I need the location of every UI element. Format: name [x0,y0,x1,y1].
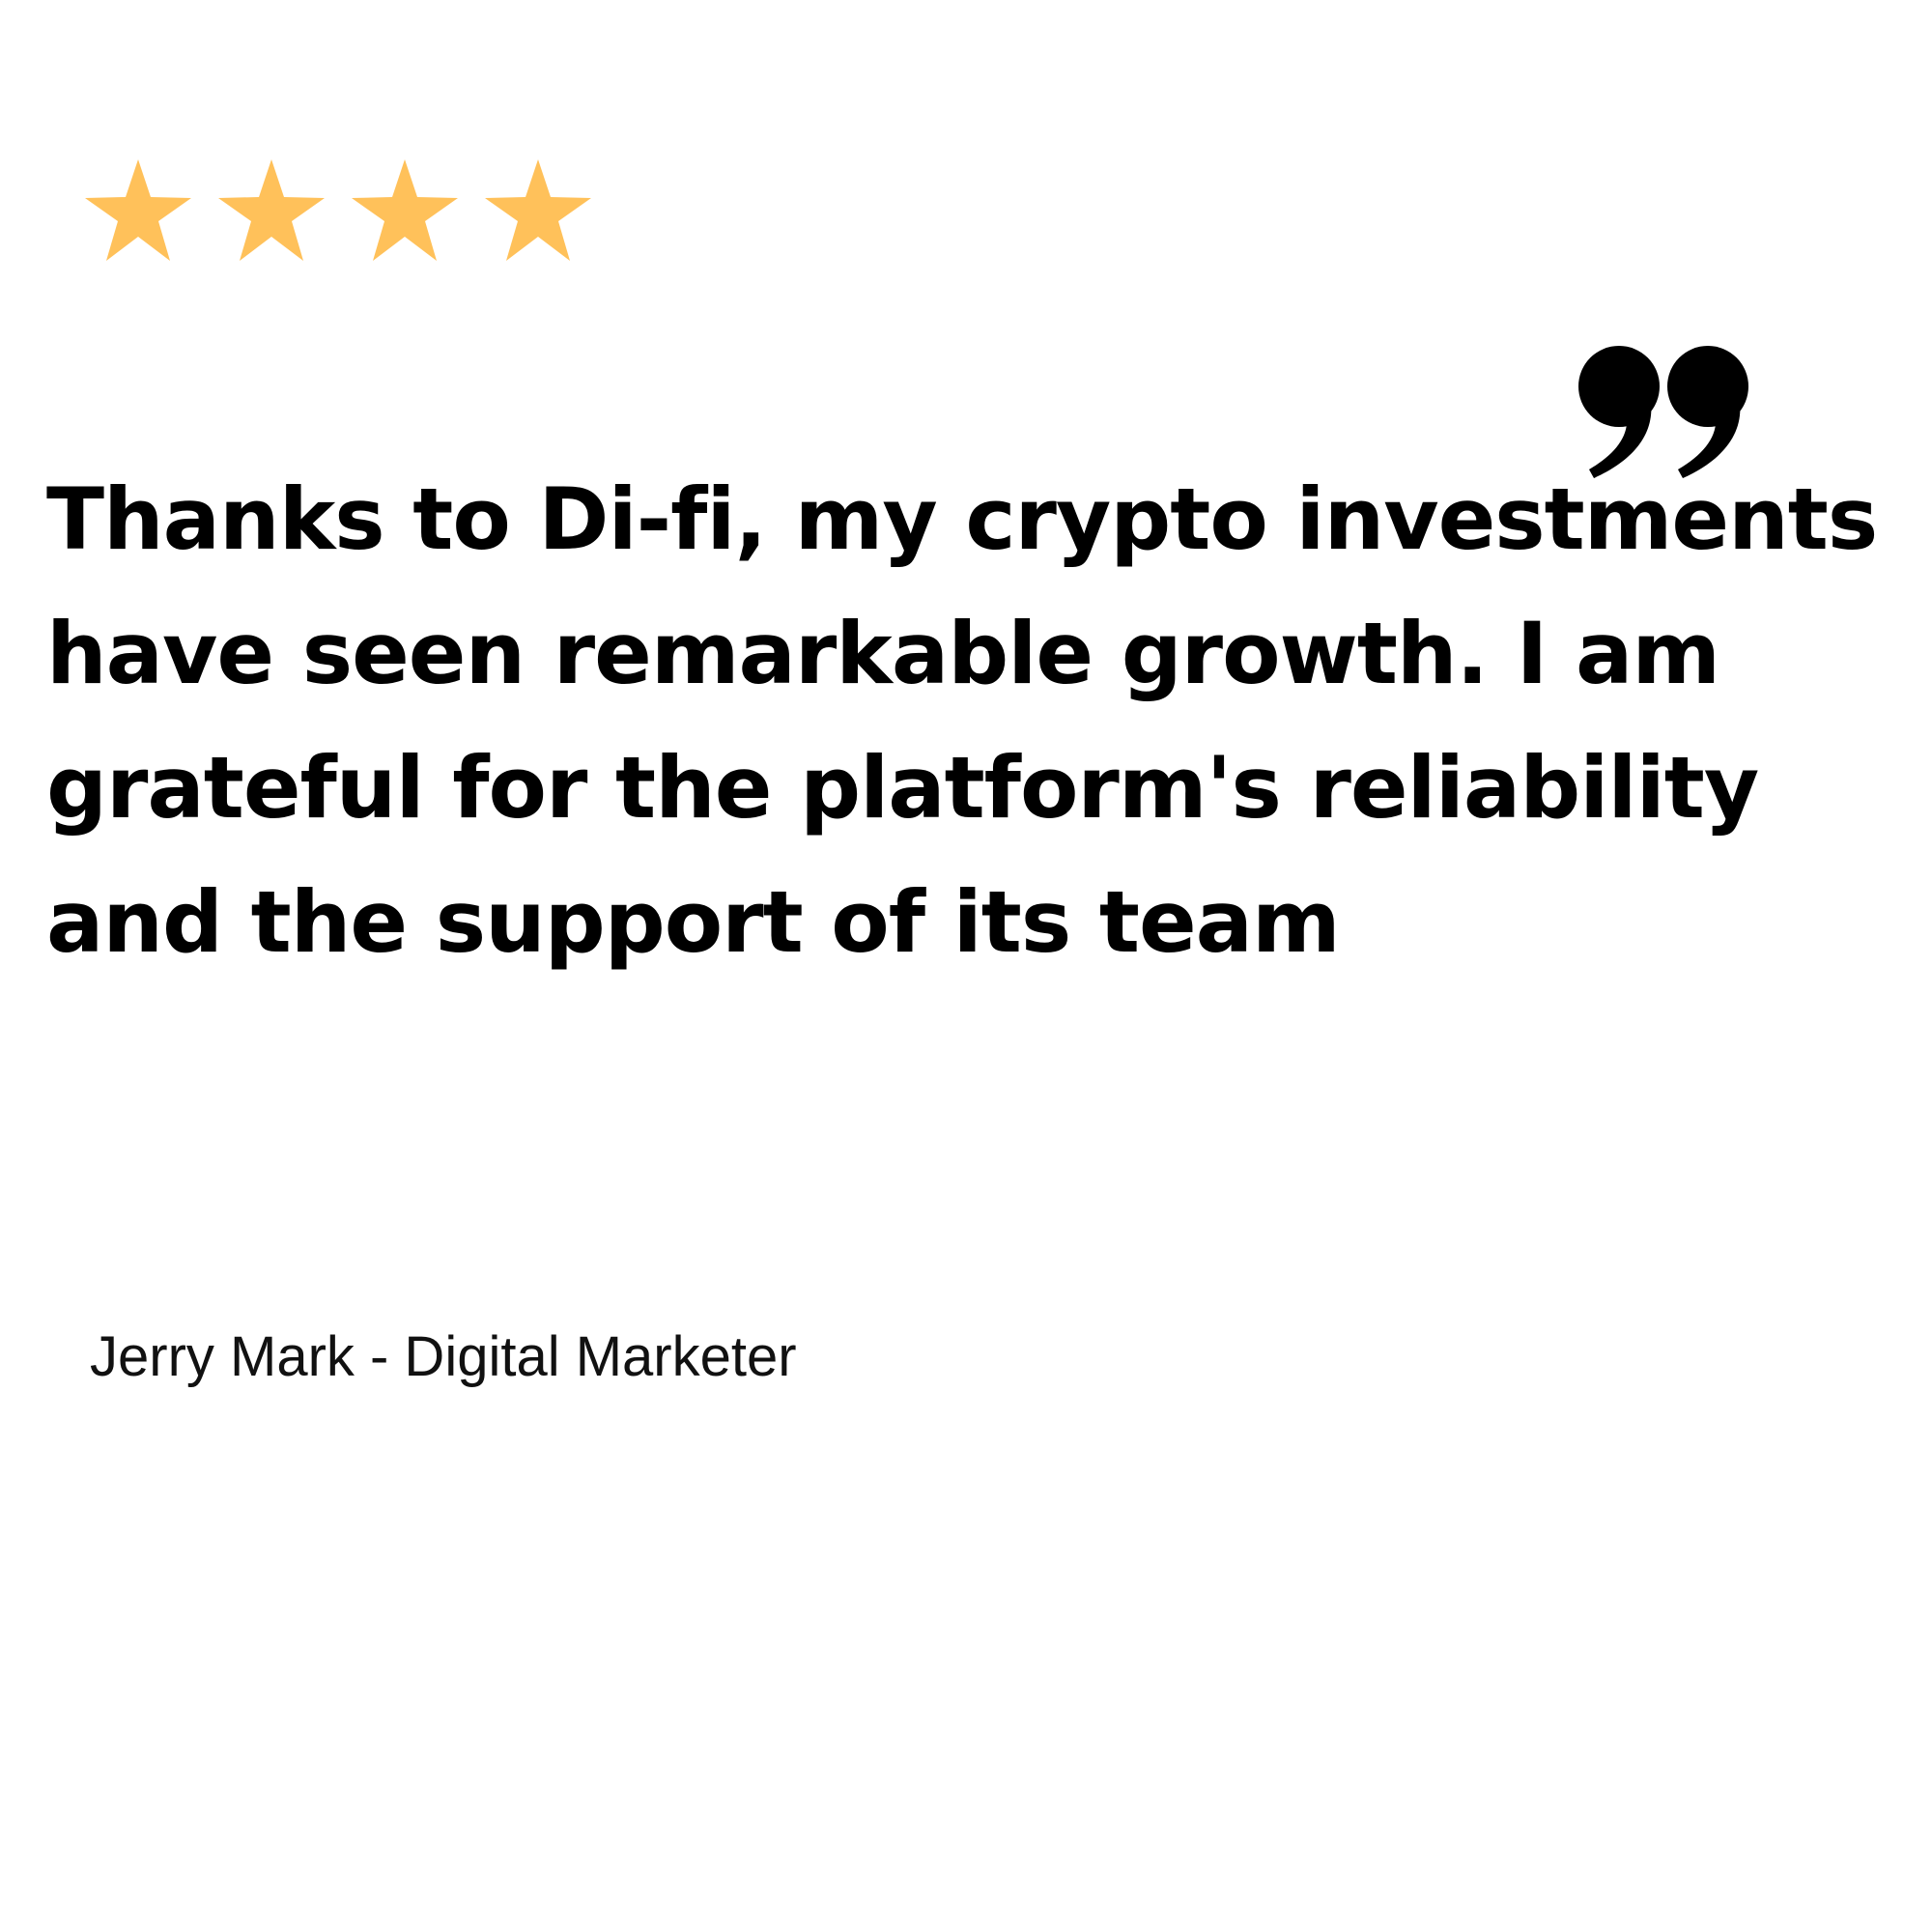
star-icon [218,159,325,261]
star-rating [85,159,591,261]
star-icon [352,159,458,261]
testimonial-card: Thanks to Di-fi, my crypto investments h… [0,0,1932,1932]
testimonial-attribution: Jerry Mark - Digital Marketer [90,1325,797,1388]
star-icon [485,159,591,261]
testimonial-quote: Thanks to Di-fi, my crypto investments h… [46,469,1878,972]
star-icon [85,159,191,261]
